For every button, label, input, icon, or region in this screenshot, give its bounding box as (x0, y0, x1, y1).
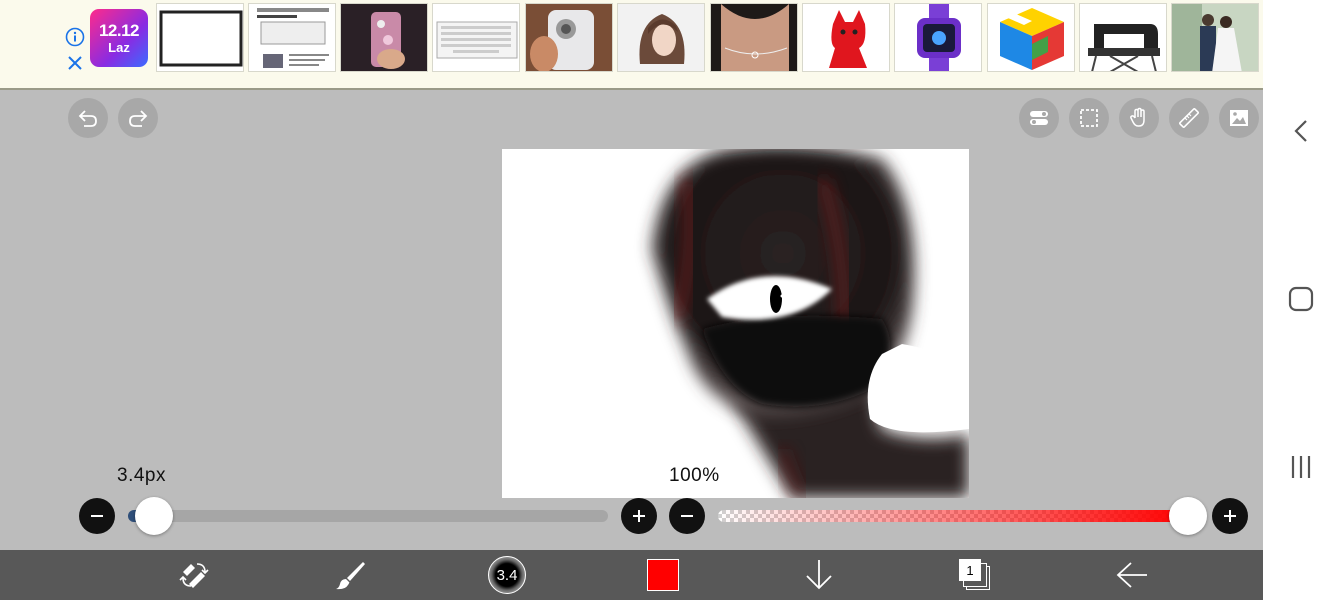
brush-size-slider[interactable] (128, 510, 608, 522)
ad-logo-line1: 12.12 (98, 21, 140, 40)
redo-button[interactable] (118, 98, 158, 138)
plus-icon (1224, 510, 1236, 522)
ad-thumb-keyboard[interactable] (432, 3, 520, 72)
selection-button[interactable] (1069, 98, 1109, 138)
minus-icon (681, 515, 693, 517)
ad-thumb-screen-protector-manual[interactable] (248, 3, 336, 72)
hand-button[interactable] (1119, 98, 1159, 138)
redo-icon (129, 110, 148, 127)
brush-size-indicator[interactable]: 3.4 (485, 550, 529, 600)
ad-thumb-wig[interactable] (617, 3, 705, 72)
lazada-logo[interactable]: 12.12 Laz (90, 9, 148, 67)
system-navigation (1263, 0, 1338, 600)
recents-icon (1291, 456, 1311, 478)
back-chevron-icon (1294, 120, 1307, 142)
ad-thumb-tablet-screen-protector[interactable] (156, 3, 244, 72)
toggle-icon (1030, 111, 1048, 125)
ad-thumb-red-bulldog-speaker[interactable] (802, 3, 890, 72)
ad-thumb-wedding-photo[interactable] (1171, 3, 1259, 72)
layers-icon: 1 (959, 559, 991, 591)
system-recents-button[interactable] (1287, 453, 1315, 481)
back-arrow-icon (1116, 562, 1147, 588)
opacity-increase-button[interactable] (1212, 498, 1248, 534)
image-button[interactable] (1219, 98, 1259, 138)
layers-button[interactable]: 1 (955, 550, 995, 600)
brush-size-icon: 3.4 (488, 556, 526, 594)
back-button[interactable] (1112, 550, 1152, 600)
drawing-canvas[interactable] (502, 149, 969, 498)
ad-logo-line2: Laz (108, 40, 130, 55)
brush-size-indicator-text: 3.4 (496, 566, 518, 584)
close-icon[interactable] (65, 53, 85, 73)
hand-icon (1130, 107, 1145, 127)
ad-banner[interactable]: 12.12 Laz (0, 0, 1263, 90)
ad-thumb-glitter-phone-case[interactable] (340, 3, 428, 72)
info-icon[interactable] (65, 27, 85, 47)
color-swatch-button[interactable] (645, 550, 681, 600)
brush-size-increase-button[interactable] (621, 498, 657, 534)
download-button[interactable] (801, 550, 837, 600)
undo-button[interactable] (68, 98, 108, 138)
artwork (502, 149, 969, 498)
ad-thumb-sewing-machine[interactable] (1079, 3, 1167, 72)
opacity-slider-knob[interactable] (1169, 497, 1207, 535)
system-back-button[interactable] (1287, 117, 1315, 145)
bottom-toolbar: 3.4 1 (0, 550, 1263, 600)
plus-icon (633, 510, 645, 522)
brush-size-label: 3.4px (117, 465, 166, 486)
image-icon (1230, 110, 1248, 126)
ruler-button[interactable] (1169, 98, 1209, 138)
download-icon (806, 560, 832, 590)
minus-icon (91, 515, 103, 517)
transform-icon (179, 563, 209, 588)
brush-size-slider-knob[interactable] (135, 497, 174, 535)
system-home-button[interactable] (1287, 285, 1315, 313)
ruler-icon (1179, 108, 1199, 128)
opacity-label: 100% (669, 465, 720, 486)
brush-size-decrease-button[interactable] (79, 498, 115, 534)
undo-icon (78, 110, 97, 127)
toggle-button[interactable] (1019, 98, 1059, 138)
ad-thumb-belly-chain[interactable] (710, 3, 798, 72)
color-swatch (647, 559, 679, 591)
ad-thumb-phone-camera-case[interactable] (525, 3, 613, 72)
ad-thumb-purple-smartwatch[interactable] (894, 3, 982, 72)
layer-count: 1 (966, 562, 974, 578)
home-icon (1288, 286, 1314, 312)
ad-thumb-rubiks-cube[interactable] (987, 3, 1075, 72)
brush-icon (336, 562, 365, 590)
transform-button[interactable] (174, 550, 214, 600)
ad-controls (64, 27, 86, 73)
selection-icon (1080, 109, 1098, 127)
workspace[interactable]: 3.4px 100% (0, 90, 1263, 550)
opacity-decrease-button[interactable] (669, 498, 705, 534)
brush-tool-button[interactable] (330, 550, 370, 600)
opacity-slider[interactable] (718, 510, 1188, 522)
